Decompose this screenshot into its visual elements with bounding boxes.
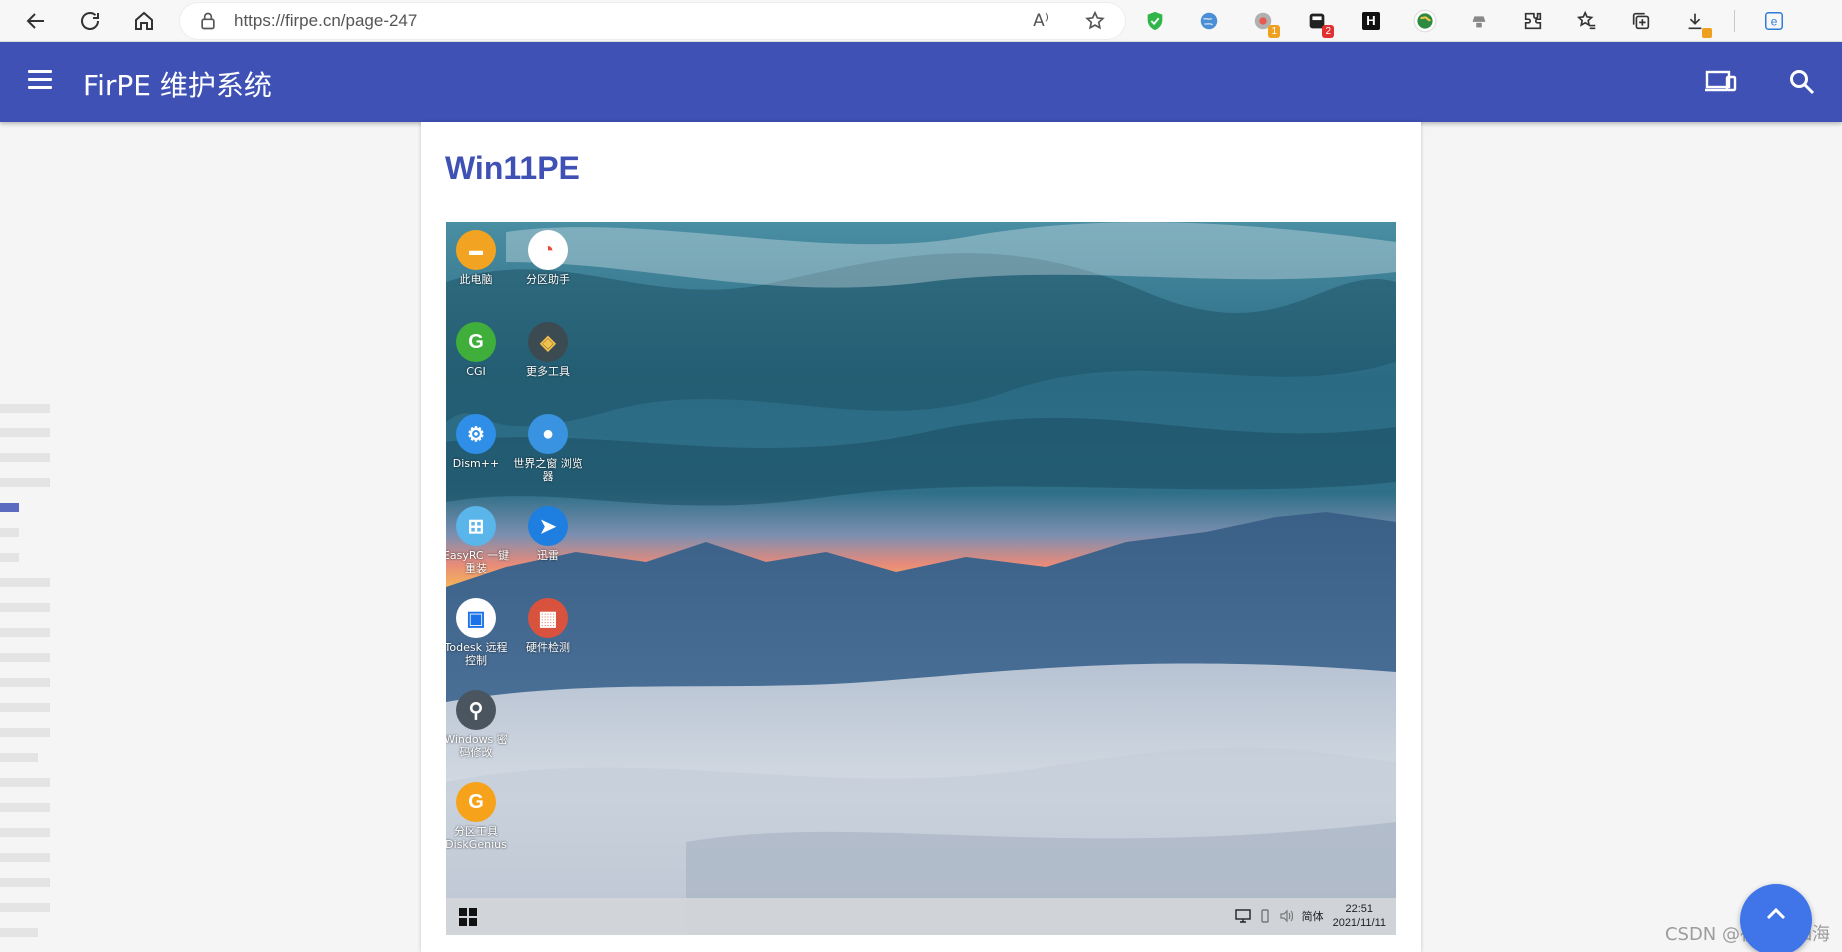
desktop-icon-label: 此电脑: [459, 273, 493, 286]
desktop-icon-world-browser[interactable]: ● 世界之窗 浏览器: [512, 414, 584, 483]
desktop-icon-label: 分区工具 DiskGenius: [446, 825, 507, 851]
desktop-icon-label: CGI: [466, 365, 486, 378]
article-card: Win11PE ▬ 此电脑 ◔ 分区助手 G CGI ◈ 更多工具 ⚙ Dism…: [421, 122, 1421, 952]
globe-extension-icon[interactable]: [1194, 6, 1224, 36]
svg-text:e: e: [1771, 15, 1778, 29]
scroll-to-top-button[interactable]: [1740, 884, 1812, 952]
devices-icon[interactable]: [1705, 68, 1737, 96]
download-warning-badge: [1702, 28, 1712, 38]
app-bar: FirPE 维护系统: [0, 42, 1842, 122]
sidebar-active-marker: [0, 503, 19, 512]
world-browser-icon: ●: [528, 414, 568, 454]
chevron-up-icon: [1766, 907, 1786, 920]
desktop-icon-cgi[interactable]: G CGI: [446, 322, 512, 378]
desktop-icon-hardware-check[interactable]: ▦ 硬件检测: [512, 598, 584, 654]
collections-icon[interactable]: [1626, 6, 1656, 36]
taskbar-clock[interactable]: 22:51 2021/11/11: [1333, 902, 1386, 930]
lock-icon: [201, 12, 215, 30]
favorites-icon[interactable]: [1572, 6, 1602, 36]
dism-icon: ⚙: [456, 414, 496, 454]
downloads-icon[interactable]: [1680, 6, 1712, 38]
win11pe-desktop-screenshot: ▬ 此电脑 ◔ 分区助手 G CGI ◈ 更多工具 ⚙ Dism++ ● 世界之…: [446, 222, 1396, 935]
desktop-icon-more-tools[interactable]: ◈ 更多工具: [512, 322, 584, 378]
article-title: Win11PE: [445, 150, 580, 186]
earth-extension-icon[interactable]: [1410, 6, 1440, 36]
volume-icon[interactable]: [1279, 909, 1293, 923]
puzzle-extensions-icon[interactable]: [1518, 6, 1548, 36]
url-text[interactable]: https://firpe.cn/page-247: [234, 11, 417, 31]
partition-assistant-icon: ◔: [528, 230, 568, 270]
reload-icon: [81, 11, 99, 30]
diskgenius-icon: G: [456, 782, 496, 822]
desktop-icon-this-pc[interactable]: ▬ 此电脑: [446, 230, 512, 286]
windows-start-icon[interactable]: [459, 908, 477, 926]
browser-toolbar: https://firpe.cn/page-247 A⁾ 1 2 H e: [0, 0, 1842, 42]
add-favorite-icon[interactable]: [1083, 9, 1107, 33]
more-tools-icon: ◈: [528, 322, 568, 362]
usb-icon[interactable]: [1260, 909, 1270, 923]
back-arrow-icon: [26, 12, 44, 29]
dark-box-extension-icon[interactable]: 2: [1302, 6, 1334, 38]
desktop-icon-xunlei[interactable]: ➤ 迅雷: [512, 506, 584, 562]
desktop-icon-diskgenius[interactable]: G 分区工具 DiskGenius: [446, 782, 512, 851]
h-extension-icon[interactable]: H: [1356, 6, 1386, 36]
chrome-ball-extension-icon[interactable]: 1: [1248, 6, 1280, 38]
address-bar[interactable]: https://firpe.cn/page-247 A⁾: [180, 3, 1125, 39]
extensions-area: 1 2 H e: [1140, 4, 1789, 38]
easyrc-icon: ⊞: [456, 506, 496, 546]
extension-badge: 2: [1322, 25, 1334, 38]
reload-button[interactable]: [70, 3, 110, 39]
taskbar: 简体 22:51 2021/11/11: [446, 898, 1396, 935]
hamburger-menu-icon[interactable]: [28, 70, 52, 90]
desktop-icon-dism[interactable]: ⚙ Dism++: [446, 414, 512, 470]
toolbar-separator: [1734, 10, 1735, 32]
desktop-icon-label: Windows 密码修改: [446, 733, 508, 759]
cgi-icon: G: [456, 322, 496, 362]
back-button[interactable]: [16, 3, 56, 39]
edge-icon[interactable]: e: [1759, 6, 1789, 36]
desktop-icon-label: EasyRC 一键重装: [446, 549, 510, 575]
desert-sunset-wallpaper: [446, 222, 1396, 935]
search-icon[interactable]: [1788, 68, 1816, 96]
network-icon[interactable]: [1234, 909, 1251, 923]
xunlei-icon: ➤: [528, 506, 568, 546]
clock-date: 2021/11/11: [1332, 917, 1386, 929]
desktop-icon-todesk[interactable]: ▣ Todesk 远程控制: [446, 598, 512, 667]
desktop-icon-label: 硬件检测: [526, 641, 570, 654]
site-title[interactable]: FirPE 维护系统: [83, 64, 272, 104]
system-tray: 简体 22:51 2021/11/11: [1234, 902, 1386, 930]
desktop-icon-windows-password[interactable]: ⚲ Windows 密码修改: [446, 690, 512, 759]
key-icon: ⚲: [456, 690, 496, 730]
desktop-icon-label: Todesk 远程控制: [446, 641, 508, 667]
read-aloud-icon[interactable]: A⁾: [1029, 9, 1053, 33]
extension-badge: 1: [1268, 25, 1280, 38]
desktop-icon-partition-assistant[interactable]: ◔ 分区助手: [512, 230, 584, 286]
home-icon: [135, 11, 153, 30]
desktop-icon-label: 更多工具: [526, 365, 570, 378]
ime-indicator[interactable]: 简体: [1302, 908, 1324, 924]
hat-extension-icon[interactable]: [1464, 6, 1494, 36]
this-pc-icon: ▬: [456, 230, 496, 270]
desktop-icon-label: 世界之窗 浏览器: [513, 457, 583, 483]
desktop-icon-label: 迅雷: [537, 549, 559, 562]
home-button[interactable]: [124, 3, 164, 39]
todesk-icon: ▣: [456, 598, 496, 638]
desktop-icon-label: Dism++: [452, 457, 500, 470]
desktop-icon-label: 分区助手: [526, 273, 570, 286]
shield-extension-icon[interactable]: [1140, 6, 1170, 36]
hardware-check-icon: ▦: [528, 598, 568, 638]
clock-time: 22:51: [1345, 903, 1374, 915]
h-extension-glyph: H: [1362, 12, 1380, 30]
desktop-icon-easyrc[interactable]: ⊞ EasyRC 一键重装: [446, 506, 512, 575]
